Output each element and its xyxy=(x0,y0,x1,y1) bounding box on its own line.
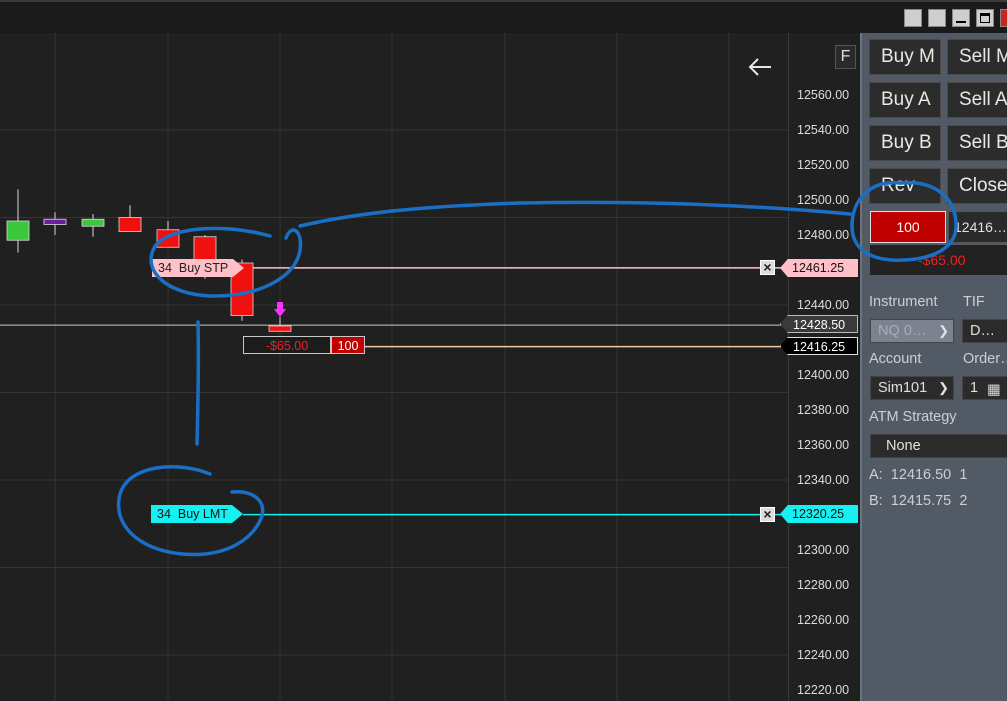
close-position-button[interactable]: Close xyxy=(947,168,1007,204)
bid-size: 2 xyxy=(959,493,968,509)
tif-value: D… xyxy=(970,323,995,339)
price-axis-tick: 12240.00 xyxy=(797,648,850,662)
price-axis-tick: 12260.00 xyxy=(797,613,850,627)
sell-market-button[interactable]: Sell M xyxy=(947,39,1007,75)
buy-lmt-qty: 34 xyxy=(157,507,171,521)
price-axis-tick: 12560.00 xyxy=(797,88,850,102)
ask-size: 1 xyxy=(959,467,968,483)
calculator-icon[interactable]: ▦ xyxy=(987,379,1001,399)
buy-stp-qty: 34 xyxy=(158,261,172,275)
buy-bid-button[interactable]: Buy B xyxy=(869,125,941,161)
buy-ask-button[interactable]: Buy A xyxy=(869,82,941,118)
price-axis-tick: 12400.00 xyxy=(797,368,850,382)
chevron-down-icon: ❯ xyxy=(938,323,949,338)
chart-area[interactable] xyxy=(0,33,860,701)
sell-bid-button[interactable]: Sell B xyxy=(947,125,1007,161)
order-qty-label: Order… xyxy=(963,351,1007,367)
ask-price: 12416.50 xyxy=(890,467,952,483)
bid-price: 12415.75 xyxy=(890,493,952,509)
title-bar xyxy=(0,0,1007,33)
instrument-select[interactable]: NQ 0… ❯ xyxy=(870,319,954,343)
reverse-button[interactable]: Rev xyxy=(869,168,941,204)
instrument-label: Instrument xyxy=(869,294,938,310)
order-qty-input[interactable]: 1 ▦ xyxy=(962,376,1007,400)
candle-body xyxy=(6,220,30,241)
price-axis-tick: 12360.00 xyxy=(797,438,850,452)
account-label: Account xyxy=(869,351,922,367)
ask-label: A: xyxy=(869,467,883,483)
position-qty-box: 100 xyxy=(870,211,946,243)
position-pnl-box: -$65.00 xyxy=(870,245,1007,275)
buy-stp-price-tag: 12461.25 xyxy=(780,259,858,277)
buy-stp-label: Buy STP xyxy=(178,261,229,275)
account-select[interactable]: Sim101 ❯ xyxy=(870,376,954,400)
cancel-lmt-order-icon[interactable]: × xyxy=(760,507,775,522)
position-pnl-badge[interactable]: -$65.00 xyxy=(243,336,331,354)
candle-body xyxy=(193,236,217,260)
position-qty-badge[interactable]: 100 xyxy=(331,336,365,354)
tif-select[interactable]: D… xyxy=(962,319,1007,343)
position-price-box: 12416… xyxy=(948,211,1007,243)
account-value: Sim101 xyxy=(878,380,928,396)
price-axis-tick: 12340.00 xyxy=(797,473,850,487)
candle-body xyxy=(81,218,105,227)
buy-lmt-label: Buy LMT xyxy=(177,507,228,521)
chevron-down-icon: ❯ xyxy=(938,380,949,395)
f-button[interactable]: F xyxy=(835,45,856,69)
candle-body xyxy=(156,229,180,248)
candle-body xyxy=(268,325,292,332)
bid-label: B: xyxy=(869,493,883,509)
close-icon[interactable] xyxy=(1000,9,1007,27)
position-qty: 100 xyxy=(337,339,359,353)
restore-icon[interactable] xyxy=(904,9,922,27)
price-chart[interactable] xyxy=(0,33,860,701)
price-axis-tick: 12540.00 xyxy=(797,123,850,137)
price-axis-tick: 12520.00 xyxy=(797,158,850,172)
order-entry-panel: Buy M Sell M Buy A Sell A Buy B Sell B R… xyxy=(860,33,1007,701)
price-axis-tick: 12300.00 xyxy=(797,543,850,557)
bid-row: B: 12415.75 2 xyxy=(869,493,967,509)
buy-lmt-price-tag: 12320.25 xyxy=(780,505,858,523)
tif-label: TIF xyxy=(963,294,985,310)
instrument-value: NQ 0… xyxy=(878,323,927,339)
candle-body xyxy=(43,218,67,225)
buy-lmt-order-badge[interactable]: 34 Buy LMT xyxy=(151,505,243,523)
minimize-icon[interactable] xyxy=(928,9,946,27)
buy-market-button[interactable]: Buy M xyxy=(869,39,941,75)
maximize-icon[interactable] xyxy=(976,9,994,27)
fill-marker-arrow-icon xyxy=(274,302,286,317)
atm-strategy-value: None xyxy=(886,438,921,454)
ask-row: A: 12416.50 1 xyxy=(869,467,967,483)
price-axis-tick: 12500.00 xyxy=(797,193,850,207)
position-price-tag: 12416.25 xyxy=(780,337,858,355)
price-axis-tick: 12220.00 xyxy=(797,683,850,697)
arrow-left-icon[interactable] xyxy=(747,56,773,78)
position-pnl: -$65.00 xyxy=(265,339,309,353)
cancel-stp-order-icon[interactable]: × xyxy=(760,260,775,275)
price-axis-tick: 12280.00 xyxy=(797,578,850,592)
price-axis-tick: 12440.00 xyxy=(797,298,850,312)
sell-ask-button[interactable]: Sell A xyxy=(947,82,1007,118)
price-axis-tick: 12380.00 xyxy=(797,403,850,417)
atm-strategy-label: ATM Strategy xyxy=(869,409,957,425)
buy-stp-order-badge[interactable]: 34 Buy STP xyxy=(152,259,244,277)
last-price-tag: 12428.50 xyxy=(780,315,858,333)
order-qty-value: 1 xyxy=(970,380,979,396)
price-axis-tick: 12480.00 xyxy=(797,228,850,242)
atm-strategy-select[interactable]: None xyxy=(870,434,1007,458)
candle-body xyxy=(118,217,142,232)
minimize-window-icon[interactable] xyxy=(952,9,970,27)
